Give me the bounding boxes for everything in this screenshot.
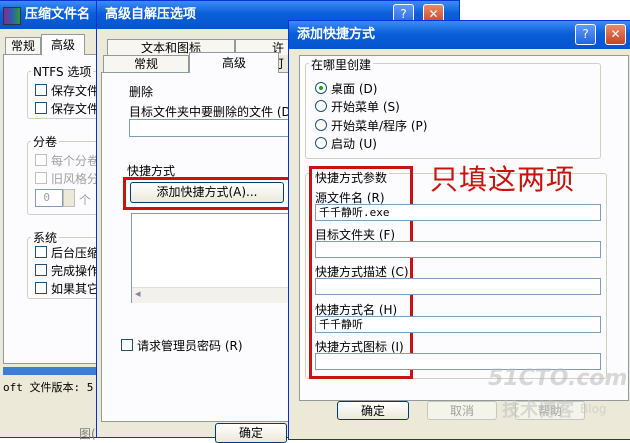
back-window-title: 压缩文件名	[25, 7, 91, 22]
ntfs-group-label: NTFS 选项	[31, 63, 94, 80]
radio-startup-label: 启动 (U)	[331, 137, 377, 151]
scroll-left-icon[interactable]: ◂	[135, 287, 141, 300]
watermark: 51CTO.com 技术博客 Blog	[488, 366, 628, 436]
spin-suffix: 个	[79, 193, 92, 207]
radio-desktop[interactable]	[315, 82, 327, 94]
shortcut-list-hscrollbar[interactable]	[132, 287, 298, 303]
radio-programs-label: 开始菜单/程序 (P)	[331, 119, 428, 133]
spin-arrows[interactable]	[63, 189, 75, 207]
mid-ok-button[interactable]: 确定	[215, 423, 287, 443]
radio-programs[interactable]	[315, 119, 327, 131]
delete-files-input[interactable]	[129, 119, 299, 137]
shortcut-name-input[interactable]: 千千静听	[315, 316, 601, 333]
ntfs-item-1: 保存文件	[51, 84, 100, 98]
system-item-2: 完成操作	[51, 264, 100, 278]
tab-advanced[interactable]: 高级	[41, 34, 85, 55]
tab-general[interactable]: 常规	[5, 37, 41, 55]
split-checkbox-2[interactable]	[35, 172, 47, 184]
mid-window-title: 高级自解压选项	[105, 7, 197, 22]
dialog-title: 添加快捷方式	[297, 27, 376, 42]
system-item-3: 如果其它	[51, 282, 100, 296]
split-item-2: 旧风格分	[51, 172, 100, 186]
tab-advanced-mid[interactable]: 高级	[189, 52, 279, 73]
split-group-label: 分卷	[31, 133, 60, 150]
radio-startup[interactable]	[315, 137, 327, 149]
dialog-help-button[interactable]: ?	[575, 24, 596, 45]
ntfs-checkbox-1[interactable]	[35, 84, 47, 96]
params-group-label: 快捷方式参数	[313, 169, 390, 186]
dialog-ok-button[interactable]: 确定	[337, 401, 409, 420]
where-group-label: 在哪里创建	[309, 56, 374, 73]
radio-start-menu[interactable]	[315, 100, 327, 112]
dialog-close-button[interactable]: ✕	[605, 24, 626, 45]
bottom-text: 图(	[79, 427, 96, 441]
target-folder-input[interactable]	[315, 241, 601, 258]
source-file-input[interactable]: 千千静听.exe	[315, 204, 601, 221]
winrar-icon	[3, 7, 21, 25]
system-item-1: 后台压缩	[51, 246, 100, 260]
ntfs-item-2: 保存文件	[51, 102, 100, 116]
add-shortcut-button[interactable]: 添加快捷方式(A)...	[130, 182, 284, 203]
system-checkbox-1[interactable]	[35, 246, 47, 258]
delete-group-label: 删除	[129, 85, 154, 99]
watermark-line1: 51CTO.com	[488, 366, 628, 391]
delete-files-label: 目标文件夹中要删除的文件 (D)	[129, 105, 296, 119]
system-checkbox-2[interactable]	[35, 264, 47, 276]
radio-desktop-label: 桌面 (D)	[331, 82, 378, 96]
radio-start-menu-label: 开始菜单 (S)	[331, 100, 400, 114]
description-input[interactable]	[315, 278, 601, 295]
watermark-line3: Blog	[580, 402, 607, 416]
system-checkbox-3[interactable]	[35, 282, 47, 294]
watermark-line2: 技术博客	[502, 400, 574, 421]
admin-password-label: 请求管理员密码 (R)	[137, 339, 243, 353]
tab-general-mid[interactable]: 常规	[103, 55, 189, 73]
dialog-cancel-button[interactable]: 取消	[427, 401, 497, 420]
admin-password-checkbox[interactable]	[121, 339, 133, 351]
split-item-1: 每个分卷	[51, 154, 100, 168]
status-text: oft 文件版本: 5.	[3, 381, 100, 394]
ntfs-checkbox-2[interactable]	[35, 102, 47, 114]
split-checkbox-1[interactable]	[35, 154, 47, 166]
split-spin-input[interactable]: 0	[35, 189, 63, 207]
annotation-text: 只填这两项	[430, 163, 576, 196]
